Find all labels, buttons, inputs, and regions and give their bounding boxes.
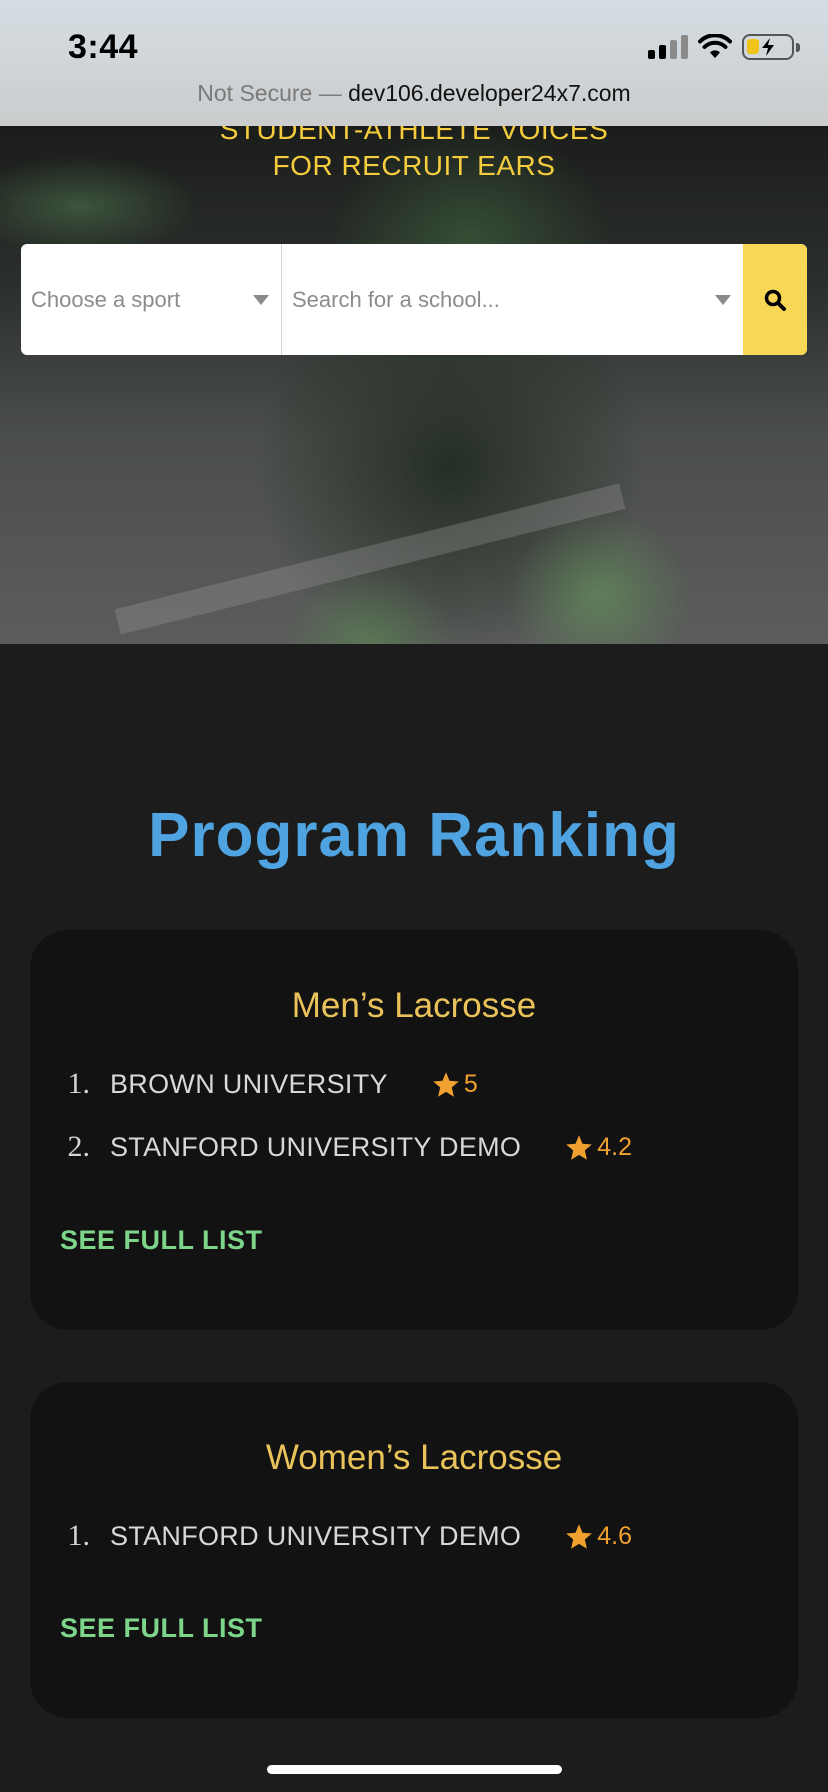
school-name: STANFORD UNIVERSITY DEMO	[110, 1520, 522, 1551]
ranking-item[interactable]: 1. STANFORD UNIVERSITY DEMO 4.6	[48, 1519, 633, 1553]
wifi-icon	[698, 34, 732, 58]
school-name: STANFORD UNIVERSITY DEMO	[110, 1131, 522, 1162]
browser-top-chrome: 3:44 Not Secure — dev106.developer24x7.c…	[0, 0, 828, 126]
hero-banner: STUDENT-ATHLETE VOICES FOR RECRUIT EARS	[0, 126, 828, 644]
rating: 4.2	[565, 1133, 632, 1162]
status-icons	[648, 34, 800, 60]
chevron-down-icon	[253, 294, 269, 305]
ranking-item[interactable]: 2. STANFORD UNIVERSITY DEMO 4.2	[48, 1130, 633, 1164]
star-icon	[566, 1134, 593, 1160]
chevron-down-icon	[715, 294, 731, 305]
section-title: Program Ranking	[148, 801, 680, 870]
cellular-signal-icon	[648, 35, 688, 59]
rating: 4.6	[565, 1522, 632, 1551]
battery-icon	[742, 34, 800, 60]
rank-number: 1.	[67, 1519, 91, 1552]
ranking-card-mens-lacrosse: Men’s Lacrosse 1. BROWN UNIVERSITY 5 2. …	[30, 930, 798, 1330]
home-indicator[interactable]	[267, 1765, 562, 1774]
see-full-list-link[interactable]: SEE FULL LIST	[60, 1225, 263, 1256]
sport-select[interactable]: Choose a sport	[21, 244, 282, 355]
search-button[interactable]	[743, 244, 807, 355]
card-title: Men’s Lacrosse	[291, 986, 537, 1025]
status-time: 3:44	[68, 28, 139, 66]
star-icon	[432, 1071, 459, 1097]
card-title: Women’s Lacrosse	[265, 1438, 563, 1477]
see-full-list-link[interactable]: SEE FULL LIST	[60, 1613, 263, 1644]
school-search-input[interactable]: Search for a school...	[282, 244, 743, 355]
not-secure-label: Not Secure	[197, 80, 313, 106]
rank-number: 2.	[67, 1130, 91, 1163]
ranking-card-womens-lacrosse: Women’s Lacrosse 1. STANFORD UNIVERSITY …	[30, 1382, 798, 1718]
address-bar[interactable]: Not Secure — dev106.developer24x7.com	[0, 80, 828, 107]
search-icon	[764, 289, 786, 311]
star-icon	[566, 1523, 593, 1549]
hero-tagline: STUDENT-ATHLETE VOICES FOR RECRUIT EARS	[219, 126, 609, 181]
rank-number: 1.	[67, 1067, 91, 1100]
search-bar: Choose a sport Search for a school...	[21, 244, 807, 355]
url-host: dev106.developer24x7.com	[348, 80, 631, 106]
rating: 5	[432, 1070, 478, 1099]
ranking-item[interactable]: 1. BROWN UNIVERSITY 5	[48, 1067, 478, 1101]
school-name: BROWN UNIVERSITY	[110, 1068, 388, 1099]
